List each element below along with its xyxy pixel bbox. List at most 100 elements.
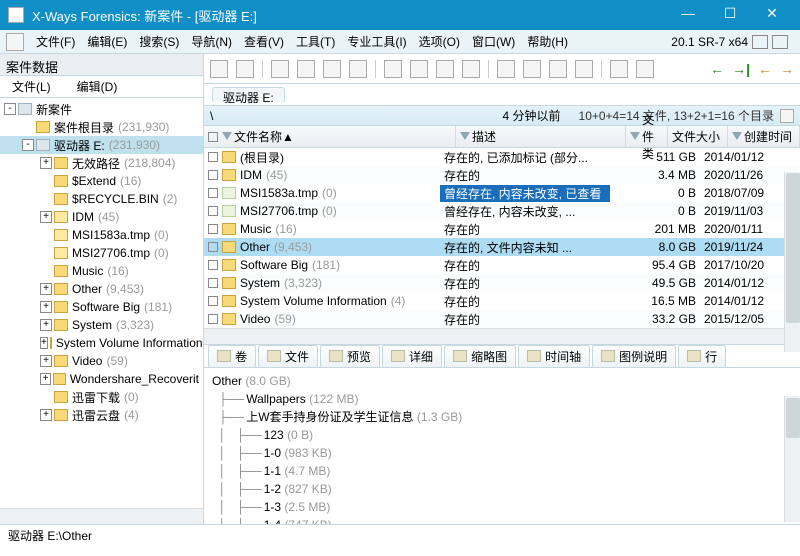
minimize-button[interactable]: —: [668, 5, 708, 25]
menu-4[interactable]: 查看(V): [238, 33, 290, 51]
nav-up-icon[interactable]: ←: [758, 61, 772, 77]
row-checkbox[interactable]: [208, 206, 218, 216]
disk-tool-icon[interactable]: [410, 60, 428, 78]
expander-icon[interactable]: +: [40, 355, 52, 367]
options-icon[interactable]: [636, 60, 654, 78]
tree-row[interactable]: +迅雷云盘(4): [0, 406, 203, 424]
expander-icon[interactable]: -: [4, 103, 16, 115]
table-row[interactable]: MSI1583a.tmp (0)曾经存在, 内容未改变, 已查看0 B2018/…: [204, 184, 800, 202]
preview-pane[interactable]: Other (8.0 GB) ├──Wallpapers (122 MB) ├─…: [204, 368, 800, 524]
table-row[interactable]: Software Big (181)存在的95.4 GB2017/10/20: [204, 256, 800, 274]
menu-9[interactable]: 帮助(H): [521, 33, 574, 51]
find-next-icon[interactable]: [549, 60, 567, 78]
tree-row[interactable]: -新案件: [0, 100, 203, 118]
case-tree[interactable]: -新案件案件根目录(231,930)-驱动器 E:(231,930)+无效路径(…: [0, 98, 203, 508]
menu-7[interactable]: 选项(O): [413, 33, 466, 51]
left-hscroll[interactable]: [0, 508, 203, 524]
copy-icon[interactable]: [271, 60, 289, 78]
disk-icon[interactable]: [6, 33, 24, 51]
row-checkbox[interactable]: [208, 170, 218, 180]
tree-row[interactable]: +Software Big(181): [0, 298, 203, 316]
preview-vscroll[interactable]: [784, 396, 800, 522]
save-icon[interactable]: [462, 60, 480, 78]
tree-row[interactable]: Music(16): [0, 262, 203, 280]
close-button[interactable]: ✕: [752, 5, 792, 25]
row-checkbox[interactable]: [208, 314, 218, 324]
expander-icon[interactable]: +: [40, 337, 48, 349]
col-size[interactable]: 文件大小: [672, 128, 720, 145]
tree-row[interactable]: $RECYCLE.BIN(2): [0, 190, 203, 208]
row-checkbox[interactable]: [208, 278, 218, 288]
lower-tab-3[interactable]: 详细: [382, 345, 442, 368]
filter-icon[interactable]: [630, 132, 640, 142]
filelist-vscroll[interactable]: [784, 172, 800, 352]
expander-icon[interactable]: +: [40, 409, 52, 421]
lower-tab-0[interactable]: 卷: [208, 345, 256, 368]
tree-row[interactable]: +无效路径(218,804): [0, 154, 203, 172]
expander-icon[interactable]: +: [40, 283, 52, 295]
col-desc[interactable]: 描述: [472, 128, 496, 145]
tree-row[interactable]: 迅雷下载(0): [0, 388, 203, 406]
filter-icon[interactable]: [222, 132, 232, 142]
table-row[interactable]: MSI27706.tmp (0)曾经存在, 内容未改变, ...0 B2019/…: [204, 202, 800, 220]
row-checkbox[interactable]: [208, 242, 218, 252]
col-date[interactable]: 创建时间: [744, 128, 792, 145]
nav-down-icon[interactable]: →: [780, 61, 794, 77]
lower-tab-6[interactable]: 图例说明: [592, 345, 676, 368]
left-menu-edit[interactable]: 编辑(D): [71, 76, 124, 97]
file-list[interactable]: (根目录) 存在的, 已添加标记 (部分...511 GB2014/01/12I…: [204, 148, 800, 328]
restore-icon[interactable]: [752, 35, 768, 49]
tree-row[interactable]: +Wondershare_Recoverit: [0, 370, 203, 388]
lower-tab-7[interactable]: 行: [678, 345, 726, 368]
select-all-checkbox[interactable]: [208, 132, 218, 142]
calculator-icon[interactable]: [610, 60, 628, 78]
camera-icon[interactable]: [349, 60, 367, 78]
search-icon[interactable]: [497, 60, 515, 78]
lower-tab-5[interactable]: 时间轴: [518, 345, 590, 368]
tree-row[interactable]: 案件根目录(231,930): [0, 118, 203, 136]
menu-1[interactable]: 编辑(E): [81, 33, 133, 51]
lower-tab-2[interactable]: 预览: [320, 345, 380, 368]
menu-8[interactable]: 窗口(W): [466, 33, 521, 51]
menu-0[interactable]: 文件(F): [30, 33, 81, 51]
col-name[interactable]: 文件名称▲: [234, 128, 294, 145]
expander-icon[interactable]: +: [40, 157, 52, 169]
child-close-icon[interactable]: [772, 35, 788, 49]
table-row[interactable]: Music (16)存在的201 MB2020/01/11: [204, 220, 800, 238]
row-checkbox[interactable]: [208, 188, 218, 198]
tree-row[interactable]: $Extend(16): [0, 172, 203, 190]
hex-icon[interactable]: [575, 60, 593, 78]
clipboard-icon[interactable]: [297, 60, 315, 78]
tree-row[interactable]: +Other(9,453): [0, 280, 203, 298]
nav-back-icon[interactable]: ←: [710, 61, 724, 77]
breadcrumb[interactable]: \: [210, 109, 503, 123]
row-checkbox[interactable]: [208, 260, 218, 270]
row-checkbox[interactable]: [208, 152, 218, 162]
table-row[interactable]: System Volume Information (4)存在的16.5 MB2…: [204, 292, 800, 310]
tree-row[interactable]: +System(3,323): [0, 316, 203, 334]
expander-icon[interactable]: +: [40, 319, 52, 331]
tree-row[interactable]: +System Volume Information: [0, 334, 203, 352]
expander-icon[interactable]: -: [22, 139, 34, 151]
table-row[interactable]: (根目录) 存在的, 已添加标记 (部分...511 GB2014/01/12: [204, 148, 800, 166]
table-row[interactable]: Other (9,453)存在的, 文件内容未知 ...8.0 GB2019/1…: [204, 238, 800, 256]
table-row[interactable]: System (3,323)存在的49.5 GB2014/01/12: [204, 274, 800, 292]
menu-5[interactable]: 工具(T): [290, 33, 341, 51]
maximize-button[interactable]: ☐: [710, 5, 750, 25]
undo-icon[interactable]: [236, 60, 254, 78]
tree-row[interactable]: -驱动器 E:(231,930): [0, 136, 203, 154]
nav-fwd-icon[interactable]: →|: [732, 61, 750, 77]
binoculars-icon[interactable]: [523, 60, 541, 78]
filter-icon[interactable]: [732, 132, 742, 142]
menu-2[interactable]: 搜索(S): [133, 33, 185, 51]
table-row[interactable]: Video (59)存在的33.2 GB2015/12/05: [204, 310, 800, 328]
row-checkbox[interactable]: [208, 224, 218, 234]
expander-icon[interactable]: +: [40, 301, 52, 313]
menu-3[interactable]: 导航(N): [185, 33, 238, 51]
lower-tab-1[interactable]: 文件: [258, 345, 318, 368]
left-menu-file[interactable]: 文件(L): [6, 76, 57, 97]
tree-row[interactable]: MSI1583a.tmp(0): [0, 226, 203, 244]
expander-icon[interactable]: +: [40, 211, 52, 223]
image-icon[interactable]: [436, 60, 454, 78]
menu-6[interactable]: 专业工具(I): [341, 33, 412, 51]
